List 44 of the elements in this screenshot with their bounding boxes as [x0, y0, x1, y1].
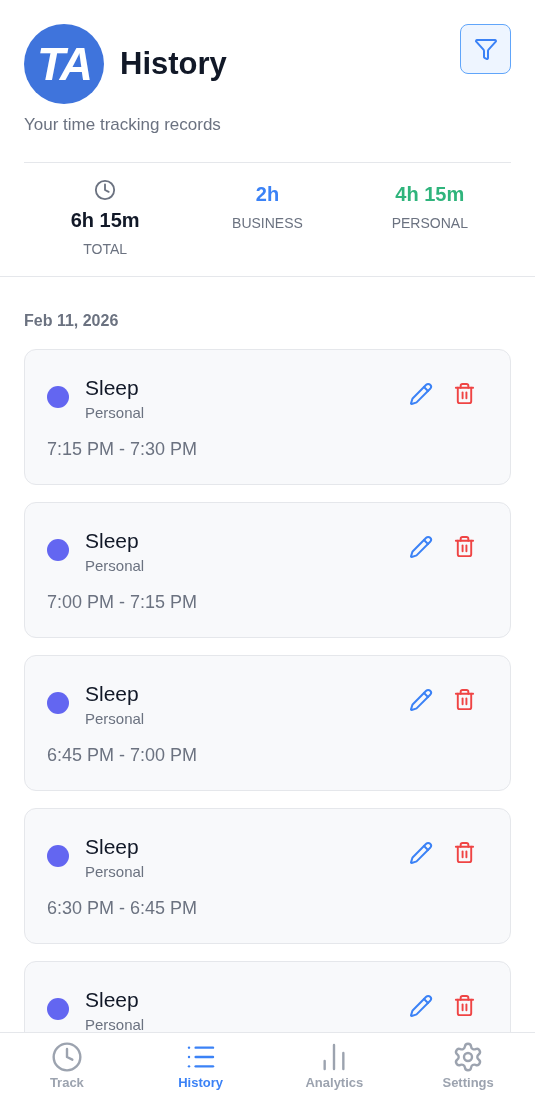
delete-button[interactable]	[453, 841, 476, 864]
entry-time: 7:00 PM - 7:15 PM	[47, 591, 199, 614]
entry-title: Sleep	[85, 680, 140, 707]
filter-button[interactable]	[460, 24, 511, 74]
nav-tab[interactable]: History	[133, 1033, 268, 1096]
entry-category: Personal	[85, 555, 145, 576]
entry-time: 6:45 PM - 7:00 PM	[47, 744, 199, 767]
edit-button[interactable]	[409, 993, 433, 1018]
entry-card[interactable]: Sleep Personal 7:15 PM - 7:30 PM	[24, 348, 511, 485]
clock-icon	[94, 178, 117, 201]
edit-button[interactable]	[409, 534, 433, 559]
logo: TA	[24, 24, 104, 104]
entry-time: 7:15 PM - 7:30 PM	[47, 438, 199, 461]
entry-title: Sleep	[85, 833, 140, 860]
stat-value: 6h 15m	[70, 207, 140, 233]
edit-button[interactable]	[409, 381, 433, 406]
stat-label: PERSONAL	[391, 213, 468, 233]
entry-title: Sleep	[85, 374, 140, 401]
delete-button[interactable]	[453, 688, 476, 711]
entry-card[interactable]: Sleep Personal 6:45 PM - 7:00 PM	[24, 654, 511, 791]
filter-icon	[473, 37, 498, 61]
stat-label: TOTAL	[83, 239, 128, 259]
clock-icon	[50, 1041, 83, 1073]
delete-button[interactable]	[453, 535, 476, 558]
entry-title: Sleep	[85, 527, 140, 554]
entry-title: Sleep	[85, 986, 140, 1013]
entry-category: Personal	[85, 861, 145, 882]
delete-button[interactable]	[453, 994, 476, 1017]
page-subtitle: Your time tracking records	[24, 114, 222, 136]
entry-category: Personal	[85, 402, 145, 423]
stat-label: BUSINESS	[232, 213, 303, 233]
page-title: History	[120, 44, 227, 83]
entry-category: Personal	[85, 708, 145, 729]
entry-card[interactable]: Sleep Personal 7:00 PM - 7:15 PM	[24, 501, 511, 638]
entry-card[interactable]: Sleep Personal 6:30 PM - 6:45 PM	[24, 807, 511, 944]
entry-time: 6:30 PM - 6:45 PM	[47, 897, 199, 920]
entry-category: Personal	[85, 1014, 145, 1032]
entry-card[interactable]: Sleep Personal	[24, 960, 511, 1032]
delete-button[interactable]	[453, 382, 476, 405]
edit-button[interactable]	[409, 840, 433, 865]
date-heading: Feb 11, 2026	[24, 310, 120, 331]
edit-button[interactable]	[409, 687, 433, 712]
stat-value: 4h 15m	[395, 181, 465, 207]
stat-value: 2h	[255, 181, 280, 207]
